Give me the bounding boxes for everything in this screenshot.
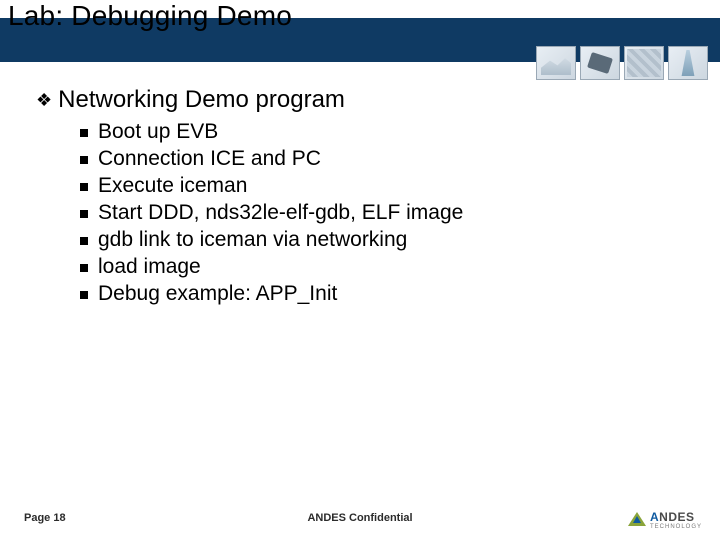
list-item: gdb link to iceman via networking xyxy=(80,228,676,252)
confidential-label: ANDES Confidential xyxy=(0,512,720,524)
thumbnail-image xyxy=(624,46,664,80)
logo-rest: NDES xyxy=(659,510,694,524)
thumbnail-image xyxy=(536,46,576,80)
thumbnail-image xyxy=(668,46,708,80)
thumbnail-strip xyxy=(536,46,708,80)
logo-mark-icon xyxy=(628,510,646,528)
list-item-text: Debug example: APP_Init xyxy=(98,282,337,306)
list-item-text: Connection ICE and PC xyxy=(98,147,321,171)
square-bullet-icon xyxy=(80,156,88,164)
slide: Lab: Debugging Demo ❖ Networking Demo pr… xyxy=(0,0,720,540)
list-item-text: gdb link to iceman via networking xyxy=(98,228,407,252)
thumbnail-image xyxy=(580,46,620,80)
list-item: Connection ICE and PC xyxy=(80,147,676,171)
list-item-text: Boot up EVB xyxy=(98,120,218,144)
logo-first-letter: A xyxy=(650,510,659,524)
square-bullet-icon xyxy=(80,264,88,272)
square-bullet-icon xyxy=(80,129,88,137)
list-item-text: Start DDD, nds32le-elf-gdb, ELF image xyxy=(98,201,463,225)
list-item: Boot up EVB xyxy=(80,120,676,144)
list-item-text: Execute iceman xyxy=(98,174,247,198)
square-bullet-icon xyxy=(80,237,88,245)
slide-title: Lab: Debugging Demo xyxy=(8,0,712,32)
square-bullet-icon xyxy=(80,183,88,191)
list-item: Debug example: APP_Init xyxy=(80,282,676,306)
section-heading: Networking Demo program xyxy=(58,86,345,114)
list-item: Execute iceman xyxy=(80,174,676,198)
square-bullet-icon xyxy=(80,210,88,218)
logo-text-block: ANDES TECHNOLOGY xyxy=(650,508,702,530)
content-area: ❖ Networking Demo program Boot up EVB Co… xyxy=(36,86,676,309)
diamond-bullet-icon: ❖ xyxy=(36,90,52,111)
bullet-list: Boot up EVB Connection ICE and PC Execut… xyxy=(80,120,676,306)
list-item: Start DDD, nds32le-elf-gdb, ELF image xyxy=(80,201,676,225)
section-heading-row: ❖ Networking Demo program xyxy=(36,86,676,114)
list-item-text: load image xyxy=(98,255,201,279)
square-bullet-icon xyxy=(80,291,88,299)
andes-logo: ANDES TECHNOLOGY xyxy=(628,508,702,530)
logo-subtitle: TECHNOLOGY xyxy=(650,524,702,530)
list-item: load image xyxy=(80,255,676,279)
footer: Page 18 ANDES Confidential ANDES TECHNOL… xyxy=(0,500,720,540)
